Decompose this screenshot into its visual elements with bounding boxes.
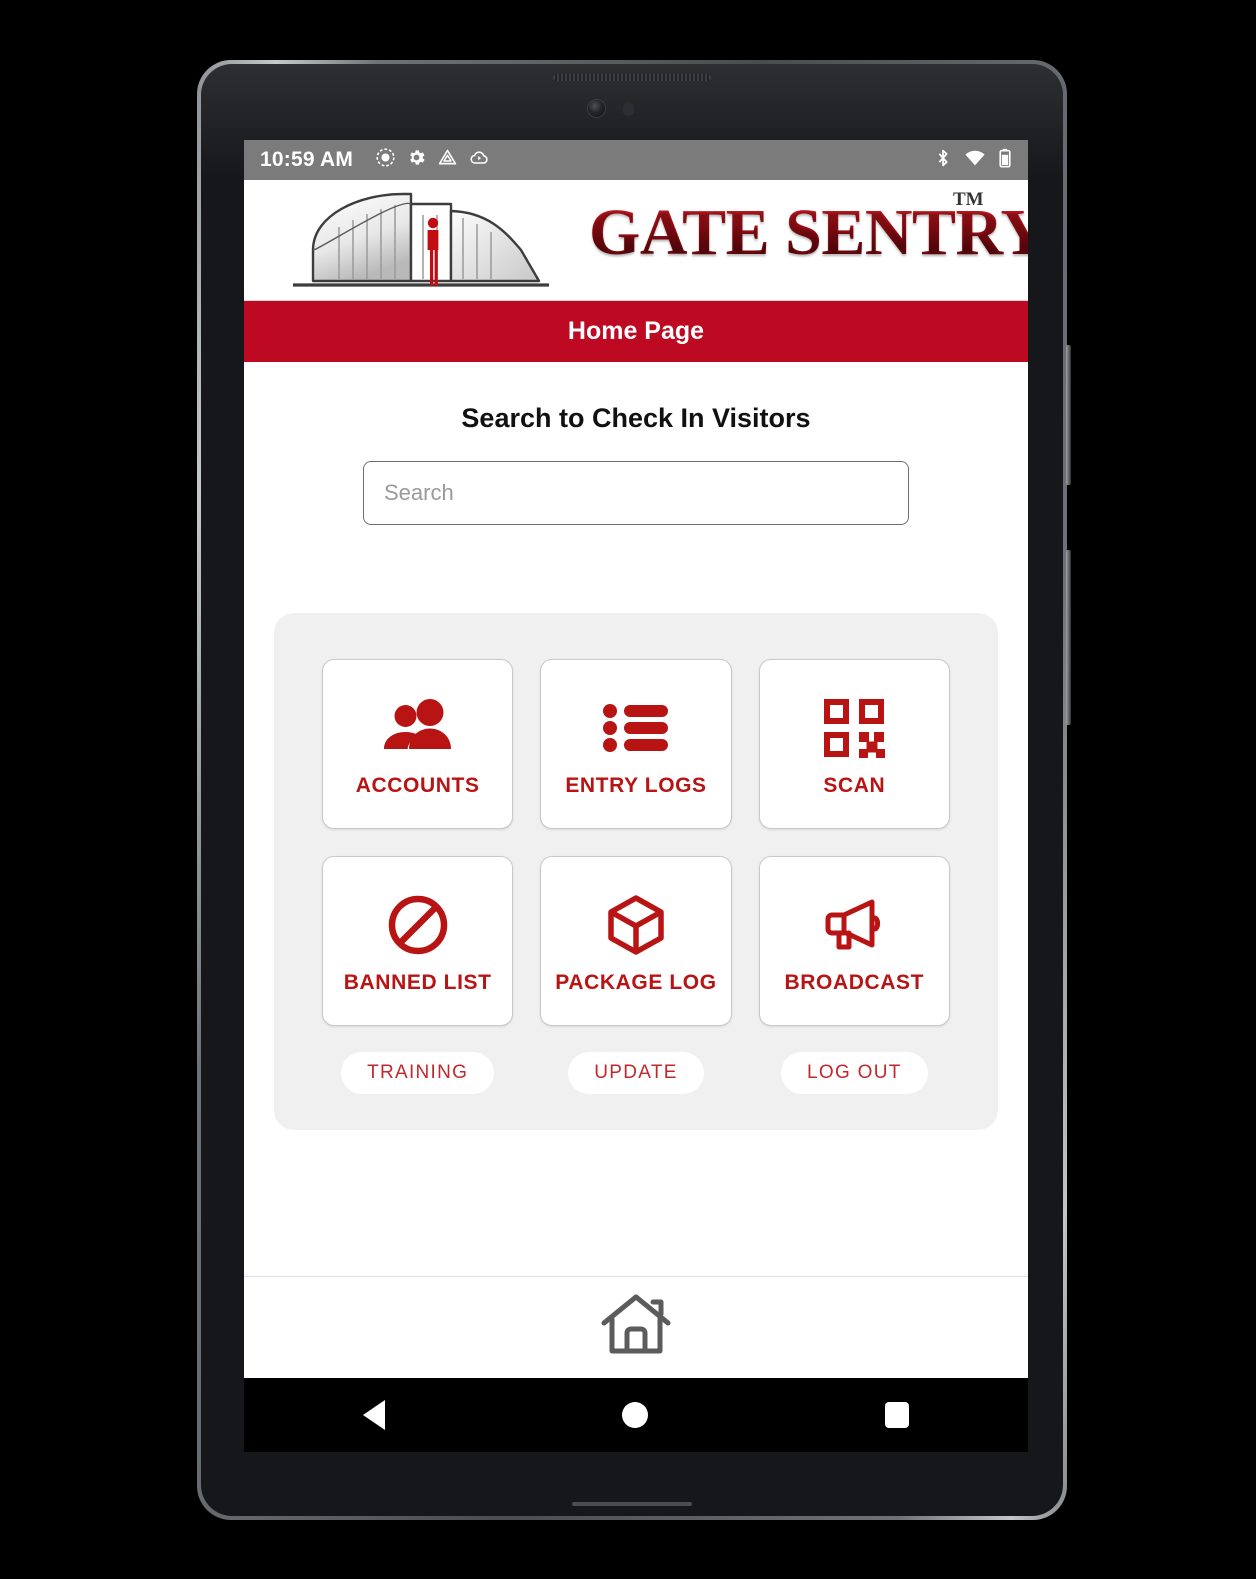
screenshot-stage: 10:59 AM GATE SENTRY TM Home Page Search… bbox=[0, 0, 1256, 1579]
cloud-sync-icon bbox=[468, 147, 490, 173]
tile-broadcast[interactable]: BROADCAST bbox=[758, 856, 950, 1026]
device-chin-line bbox=[572, 1502, 692, 1506]
app-bottom-nav bbox=[244, 1276, 1028, 1378]
bluetooth-icon bbox=[934, 147, 952, 174]
status-bar-left-cluster: 10:59 AM bbox=[260, 147, 490, 173]
pill-cell-logout: LOG OUT bbox=[759, 1052, 950, 1094]
people-icon bbox=[381, 690, 455, 766]
training-button[interactable]: TRAINING bbox=[341, 1052, 495, 1094]
volume-button[interactable] bbox=[1066, 345, 1071, 485]
android-status-bar: 10:59 AM bbox=[244, 140, 1028, 180]
tile-accounts[interactable]: ACCOUNTS bbox=[322, 659, 514, 829]
list-icon bbox=[601, 690, 671, 766]
status-bar-clock: 10:59 AM bbox=[260, 148, 354, 171]
tablet-device: 10:59 AM GATE SENTRY TM Home Page Search… bbox=[197, 60, 1071, 1520]
device-screen: 10:59 AM GATE SENTRY TM Home Page Search… bbox=[244, 140, 1028, 1452]
action-panel: ACCOUNTS ENTRY LOGS SCAN BANNED LIST PAC… bbox=[274, 613, 998, 1130]
tile-label: PACKAGE LOG bbox=[555, 970, 717, 994]
qr-code-icon bbox=[820, 690, 888, 766]
tile-label: ACCOUNTS bbox=[355, 773, 480, 797]
prohibited-icon bbox=[386, 887, 450, 963]
megaphone-icon bbox=[820, 887, 888, 963]
tile-scan[interactable]: SCAN bbox=[758, 659, 950, 829]
trademark-symbol: TM bbox=[953, 189, 984, 210]
action-tile-grid: ACCOUNTS ENTRY LOGS SCAN BANNED LIST PAC… bbox=[322, 659, 950, 1026]
page-title-bar: Home Page bbox=[244, 300, 1028, 362]
box-icon bbox=[604, 887, 668, 963]
search-input[interactable] bbox=[363, 461, 909, 525]
pill-cell-update: UPDATE bbox=[540, 1052, 731, 1094]
wifi-icon bbox=[963, 147, 987, 174]
home-circle-icon[interactable] bbox=[621, 1402, 648, 1428]
proximity-sensor-icon bbox=[623, 102, 634, 116]
android-system-nav bbox=[244, 1378, 1028, 1452]
gate-sentry-building-icon bbox=[291, 187, 591, 300]
tile-label: SCAN bbox=[823, 773, 886, 797]
main-content: Search to Check In Visitors Search ACCOU… bbox=[244, 362, 1028, 1378]
tile-label: BROADCAST bbox=[784, 970, 925, 994]
log-out-button[interactable]: LOG OUT bbox=[781, 1052, 928, 1094]
update-button[interactable]: UPDATE bbox=[568, 1052, 704, 1094]
pill-cell-training: TRAINING bbox=[322, 1052, 513, 1094]
recents-square-icon[interactable] bbox=[885, 1402, 910, 1428]
tablet-bezel: 10:59 AM GATE SENTRY TM Home Page Search… bbox=[201, 64, 1063, 1516]
page-title: Home Page bbox=[567, 317, 705, 345]
tile-label: ENTRY LOGS bbox=[565, 773, 707, 797]
power-button[interactable] bbox=[1066, 550, 1071, 725]
screen-record-icon bbox=[375, 147, 396, 173]
settings-gear-icon bbox=[406, 147, 427, 173]
tile-banned-list[interactable]: BANNED LIST bbox=[322, 856, 514, 1026]
front-camera-icon bbox=[588, 100, 605, 117]
logo-wrap: GATE SENTRY TM bbox=[291, 181, 1028, 300]
tile-package-log[interactable]: PACKAGE LOG bbox=[540, 856, 732, 1026]
drive-icon bbox=[437, 147, 458, 173]
search-heading: Search to Check In Visitors bbox=[461, 403, 811, 433]
battery-icon bbox=[998, 147, 1012, 174]
status-bar-right-cluster bbox=[934, 147, 1012, 174]
secondary-action-row: TRAINING UPDATE LOG OUT bbox=[322, 1052, 950, 1094]
tile-entry-logs[interactable]: ENTRY LOGS bbox=[540, 659, 732, 829]
house-icon[interactable] bbox=[597, 1289, 675, 1366]
tile-label: BANNED LIST bbox=[343, 970, 492, 994]
speaker-grille bbox=[553, 74, 711, 81]
back-triangle-icon[interactable] bbox=[362, 1400, 385, 1430]
app-logo-header: GATE SENTRY TM bbox=[244, 180, 1028, 300]
search-row bbox=[244, 461, 1028, 525]
